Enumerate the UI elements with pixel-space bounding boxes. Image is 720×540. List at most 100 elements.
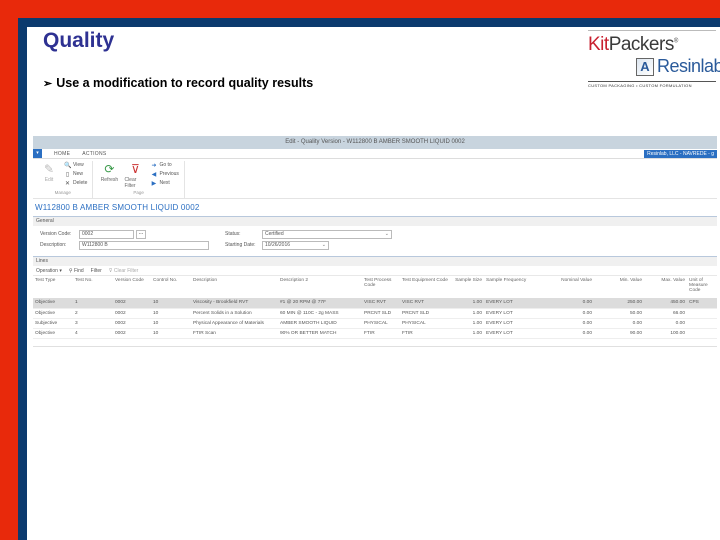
column-header[interactable]: Test Process Code xyxy=(362,276,400,298)
table-cell[interactable]: Objective xyxy=(33,328,73,339)
table-cell[interactable]: 0002 xyxy=(113,318,151,329)
table-cell[interactable]: 1 xyxy=(73,298,113,309)
column-header[interactable]: Test No. xyxy=(73,276,113,298)
status-select[interactable]: Certified ⌄ xyxy=(262,230,392,239)
delete-button[interactable]: ✕ Delete xyxy=(64,179,87,187)
table-cell[interactable]: EVERY LOT xyxy=(484,328,539,339)
table-cell[interactable]: Objective xyxy=(33,308,73,319)
table-cell[interactable]: 10 xyxy=(151,328,191,339)
table-cell[interactable]: 4 xyxy=(73,328,113,339)
clear-filter-icon: ⊽ xyxy=(131,162,140,176)
table-cell[interactable]: 60 MIN @ 110C - 2g MASS xyxy=(278,308,362,319)
operation-menu[interactable]: Operation ▾ xyxy=(36,268,62,274)
table-cell[interactable]: 10 xyxy=(151,308,191,319)
table-cell[interactable]: 1.00 xyxy=(452,308,484,319)
new-button[interactable]: ▯ New xyxy=(64,170,87,178)
table-cell[interactable] xyxy=(687,318,717,329)
table-cell[interactable]: 3 xyxy=(73,318,113,329)
column-header[interactable]: Test Type xyxy=(33,276,73,298)
company-badge[interactable]: Resinlab, LLC - NAVREDE - g xyxy=(644,150,717,158)
table-cell[interactable]: EVERY LOT xyxy=(484,308,539,319)
column-header[interactable]: Max. Value xyxy=(644,276,687,298)
tab-actions[interactable]: ACTIONS xyxy=(82,151,106,157)
previous-button[interactable]: ◀ Previous xyxy=(150,170,179,178)
column-header[interactable]: Unit of Measure Code xyxy=(687,276,717,298)
table-row[interactable]: Objective 4 0002 10 FTIR Scan 90% OR BETTER M… xyxy=(33,328,717,339)
table-cell[interactable]: Subjective xyxy=(33,318,73,329)
table-cell[interactable]: PRCNT SLD xyxy=(362,308,400,319)
table-cell[interactable]: 90.00 xyxy=(594,328,644,339)
table-cell[interactable]: PHYSICAL xyxy=(400,318,452,329)
app-menu-button[interactable]: ▾ xyxy=(33,149,42,158)
column-header[interactable]: Description xyxy=(191,276,278,298)
table-cell[interactable]: EVERY LOT xyxy=(484,318,539,329)
column-header[interactable]: Nominal Value xyxy=(539,276,594,298)
table-cell[interactable]: FTIR Scan xyxy=(191,328,278,339)
column-header[interactable]: Min. Value xyxy=(594,276,644,298)
version-code-input[interactable]: 0002 xyxy=(79,230,134,239)
table-cell[interactable]: #1 @ 20 RPM @ 77F xyxy=(278,298,362,309)
table-cell[interactable]: 0.00 xyxy=(644,318,687,329)
lines-toolbar: Operation ▾ ⚲ Find Filter ⊽ Clear Filter xyxy=(33,266,717,276)
goto-button[interactable]: ➜ Go to xyxy=(150,161,178,169)
tab-home[interactable]: HOME xyxy=(54,151,70,157)
table-cell[interactable]: 2 xyxy=(73,308,113,319)
table-cell[interactable]: PRCNT SLD xyxy=(400,308,452,319)
column-header[interactable]: Sample Frequency xyxy=(484,276,539,298)
table-cell[interactable]: 0002 xyxy=(113,328,151,339)
table-cell[interactable]: 10 xyxy=(151,298,191,309)
table-cell[interactable]: Physical Appearance of Materials xyxy=(191,318,278,329)
table-cell[interactable]: 10 xyxy=(151,318,191,329)
table-cell[interactable]: 50.00 xyxy=(594,308,644,319)
column-header[interactable]: Version Code xyxy=(113,276,151,298)
table-cell[interactable]: 90% OR BETTER MATCH xyxy=(278,328,362,339)
table-cell[interactable]: 0.00 xyxy=(539,298,594,309)
table-cell[interactable]: 1.00 xyxy=(452,318,484,329)
table-cell[interactable]: 0.00 xyxy=(594,318,644,329)
column-header[interactable]: Test Equipment Code xyxy=(400,276,452,298)
table-cell[interactable]: Objective xyxy=(33,298,73,309)
refresh-button[interactable]: ⟳ Refresh xyxy=(98,161,120,190)
table-cell[interactable]: 0002 xyxy=(113,298,151,309)
clear-filter-button[interactable]: ⊽ Clear Filter xyxy=(124,161,146,190)
table-row[interactable]: Subjective 3 0002 10 Physical Appearance of … xyxy=(33,318,717,329)
table-cell[interactable]: 100.00 xyxy=(644,328,687,339)
view-button[interactable]: 🔍 View xyxy=(64,161,87,169)
table-cell[interactable]: VISC RVT xyxy=(362,298,400,309)
edit-button[interactable]: ✎ Edit xyxy=(38,161,60,190)
table-row[interactable]: Objective 1 0002 10 Viscosity - Brookfield R… xyxy=(33,298,717,309)
table-cell[interactable]: AMBER SMOOTH LIQUID xyxy=(278,318,362,329)
table-cell[interactable] xyxy=(687,308,717,319)
table-cell[interactable]: 0.00 xyxy=(539,328,594,339)
find-button[interactable]: ⚲ Find xyxy=(69,268,84,274)
table-cell[interactable]: CPS xyxy=(687,298,717,309)
table-cell[interactable] xyxy=(687,328,717,339)
column-header[interactable]: Description 2 xyxy=(278,276,362,298)
filter-button[interactable]: Filter xyxy=(91,268,102,274)
table-cell[interactable]: 1.00 xyxy=(452,328,484,339)
column-header[interactable]: Control No. xyxy=(151,276,191,298)
table-cell[interactable]: FTIR xyxy=(400,328,452,339)
section-general-header[interactable]: General xyxy=(33,216,717,226)
table-cell[interactable]: FTIR xyxy=(362,328,400,339)
table-cell[interactable]: EVERY LOT xyxy=(484,298,539,309)
table-cell[interactable]: 1.00 xyxy=(452,298,484,309)
starting-date-input[interactable]: 10/26/2016 ⌄ xyxy=(262,241,329,250)
description-input[interactable]: W112800 B xyxy=(79,241,209,250)
table-cell[interactable]: Percent Solids in a Solution xyxy=(191,308,278,319)
table-cell[interactable]: Viscosity - Brookfield RVT xyxy=(191,298,278,309)
table-cell[interactable]: PHYSICAL xyxy=(362,318,400,329)
table-cell[interactable]: 0.00 xyxy=(539,318,594,329)
table-cell[interactable]: 450.00 xyxy=(644,298,687,309)
table-row[interactable]: Objective 2 0002 10 Percent Solids in a Solu… xyxy=(33,308,717,319)
table-cell[interactable]: 0002 xyxy=(113,308,151,319)
table-cell[interactable]: 66.00 xyxy=(644,308,687,319)
next-button[interactable]: ▶ Next xyxy=(150,179,178,187)
section-lines-header[interactable]: Lines xyxy=(33,256,717,266)
version-code-lookup-button[interactable]: ... xyxy=(136,230,146,239)
table-cell[interactable]: 250.00 xyxy=(594,298,644,309)
table-cell[interactable]: VISC RVT xyxy=(400,298,452,309)
column-header[interactable]: Sample Size xyxy=(452,276,484,298)
table-cell[interactable]: 0.00 xyxy=(539,308,594,319)
lines-clear-filter-button[interactable]: ⊽ Clear Filter xyxy=(109,268,139,274)
